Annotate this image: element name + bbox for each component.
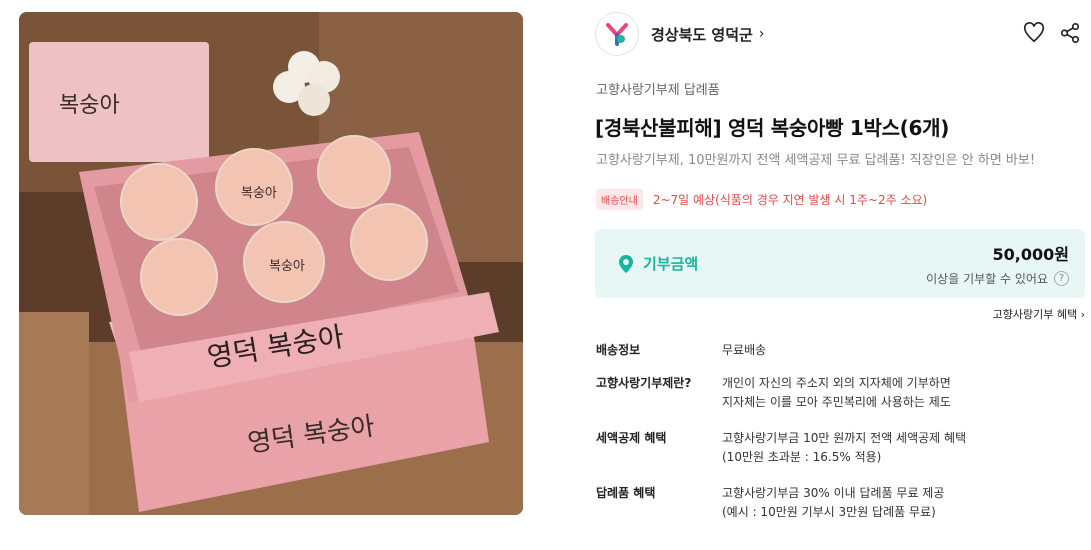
info-value: 고향사랑기부금 10만 원까지 전액 세액공제 혜택 (10만원 초과분 : 1… [722, 429, 966, 467]
bread-label: 복숭아 [241, 186, 277, 201]
info-value: 무료배송 [722, 341, 766, 360]
seller-name: 경상북도 영덕군 [651, 25, 753, 44]
chevron-right-icon: › [758, 26, 765, 42]
header-actions [1023, 22, 1081, 44]
info-key: 세액공제 혜택 [596, 431, 667, 445]
product-category: 고향사랑기부제 답례품 [596, 83, 720, 98]
share-icon[interactable] [1059, 22, 1081, 44]
donation-note: 이상을 기부할 수 있어요 ? [926, 270, 1069, 287]
info-value: 개인이 자신의 주소지 외의 지자체에 기부하면 지자체는 이를 모아 주민복리… [722, 374, 951, 412]
info-key: 고향사랑기부제란? [596, 376, 692, 390]
shipping-notice: 배송안내 2~7일 예상(식품의 경우 지연 발생 시 1주~2주 소요) [596, 189, 927, 210]
location-pin-icon [619, 254, 633, 273]
info-key: 답례품 혜택 [596, 486, 656, 500]
seller-header[interactable]: 경상북도 영덕군 › [595, 12, 764, 56]
help-icon[interactable]: ? [1054, 271, 1069, 286]
shipping-badge: 배송안내 [596, 189, 643, 210]
yeongdeok-logo-icon [606, 23, 628, 46]
donation-label: 기부금액 [617, 253, 698, 274]
product-photo-illustration: 복숭아 영덕 복숭아 복숭아 복숭아 영덕 복숭아 [19, 12, 523, 515]
info-line: 고향사랑기부금 10만 원까지 전액 세액공제 혜택 [722, 431, 967, 445]
product-title: [경북산불피해] 영덕 복숭아빵 1박스(6개) [595, 116, 950, 140]
heart-icon[interactable] [1023, 22, 1045, 44]
info-line: (10만원 초과분 : 16.5% 적용) [722, 450, 882, 464]
info-row: 고향사랑기부제란? 개인이 자신의 주소지 외의 지자체에 기부하면 지자체는 … [596, 374, 1076, 412]
info-table: 배송정보 무료배송 고향사랑기부제란? 개인이 자신의 주소지 외의 지자체에 … [596, 341, 1076, 522]
info-row: 세액공제 혜택 고향사랑기부금 10만 원까지 전액 세액공제 혜택 (10만원… [596, 429, 1076, 467]
benefit-link[interactable]: 고향사랑기부 혜택 › [993, 306, 1085, 322]
info-key: 배송정보 [596, 343, 641, 357]
donation-label-text: 기부금액 [643, 255, 699, 273]
shipping-text: 2~7일 예상(식품의 경우 지연 발생 시 1주~2주 소요) [652, 193, 928, 207]
back-box-text: 복숭아 [59, 93, 120, 118]
bread-label: 복숭아 [269, 259, 305, 274]
info-line: 지자체는 이를 모아 주민복리에 사용하는 제도 [722, 395, 951, 409]
info-row: 답례품 혜택 고향사랑기부금 30% 이내 답례품 무료 제공 (예시 : 10… [596, 484, 1076, 522]
seller-logo [595, 12, 639, 56]
donation-box: 기부금액 50,000원 이상을 기부할 수 있어요 ? [595, 229, 1085, 298]
info-value: 고향사랑기부금 30% 이내 답례품 무료 제공 (예시 : 10만원 기부시 … [722, 484, 944, 522]
info-line: 고향사랑기부금 30% 이내 답례품 무료 제공 [722, 486, 945, 500]
product-subtitle: 고향사랑기부제, 10만원까지 전액 세액공제 무료 답례품! 직장인은 안 하… [596, 153, 1036, 168]
donation-amount: 50,000원 [992, 245, 1069, 264]
info-line: 개인이 자신의 주소지 외의 지자체에 기부하면 [722, 376, 951, 390]
info-line: (예시 : 10만원 기부시 3만원 답례품 무료) [722, 505, 936, 519]
info-row: 배송정보 무료배송 [596, 341, 1076, 360]
info-line: 무료배송 [722, 343, 767, 357]
product-image[interactable]: 복숭아 영덕 복숭아 복숭아 복숭아 영덕 복숭아 [19, 12, 523, 515]
donation-note-text: 이상을 기부할 수 있어요 [926, 272, 1048, 286]
